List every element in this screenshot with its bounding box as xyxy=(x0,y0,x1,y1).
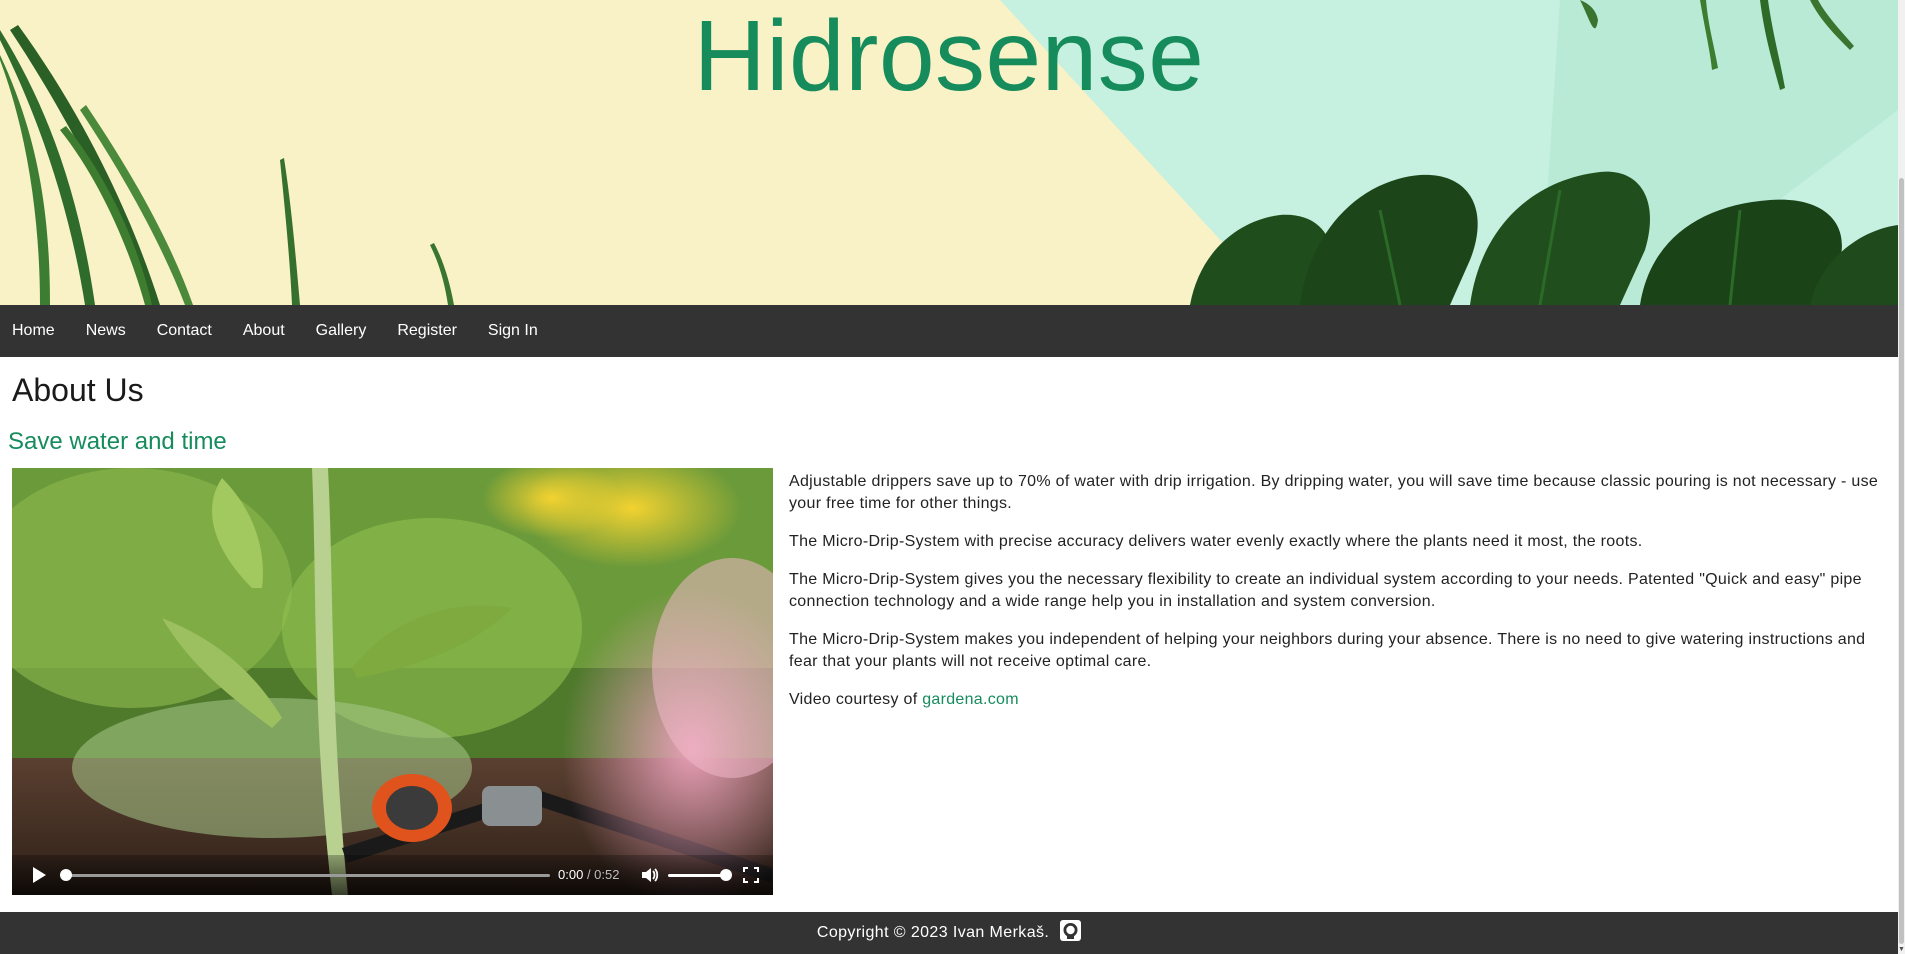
duration: / 0:52 xyxy=(586,867,620,882)
about-paragraph: The Micro-Drip-System with precise accur… xyxy=(789,533,1643,550)
about-paragraph: The Micro-Drip-System makes you independ… xyxy=(789,631,1866,670)
scrollbar-thumb[interactable] xyxy=(1899,178,1904,944)
play-icon[interactable] xyxy=(30,866,48,884)
volume-icon[interactable] xyxy=(640,865,660,885)
nav-item-sign-in[interactable]: Sign In xyxy=(473,305,554,357)
time-display: 0:00 / 0:52 xyxy=(558,867,619,882)
site-title: Hidrosense xyxy=(693,0,1205,112)
video-controls: 0:00 / 0:52 xyxy=(12,855,773,895)
footer: Copyright © 2023 Ivan Merkaš. xyxy=(0,912,1898,954)
about-description: Adjustable drippers save up to 70% of wa… xyxy=(789,468,1889,727)
nav-item-news[interactable]: News xyxy=(71,305,142,357)
nav-item-home[interactable]: Home xyxy=(0,305,71,357)
volume-slider[interactable] xyxy=(668,874,728,877)
page-scrollbar[interactable]: ▼ xyxy=(1898,0,1905,954)
video-credit: Video courtesy of gardena.com xyxy=(789,689,1889,711)
about-paragraph: Adjustable drippers save up to 70% of wa… xyxy=(789,473,1879,512)
nav-item-register[interactable]: Register xyxy=(382,305,473,357)
about-paragraph: The Micro-Drip-System gives you the nece… xyxy=(789,571,1862,610)
video-poster-image xyxy=(12,468,773,895)
header-banner: Hidrosense xyxy=(0,0,1898,305)
current-time: 0:00 xyxy=(558,867,584,882)
github-icon[interactable] xyxy=(1060,920,1082,942)
gardena-link[interactable]: gardena.com xyxy=(922,691,1019,708)
main-nav: Home News Contact About Gallery Register… xyxy=(0,305,1898,357)
section-subtitle: Save water and time xyxy=(8,428,227,455)
nav-item-gallery[interactable]: Gallery xyxy=(301,305,383,357)
credit-prefix: Video courtesy of xyxy=(789,691,923,708)
seek-handle[interactable] xyxy=(60,869,72,881)
fullscreen-icon[interactable] xyxy=(742,866,760,884)
seek-bar[interactable] xyxy=(64,874,550,877)
copyright-text: Copyright © 2023 Ivan Merkaš. xyxy=(816,924,1050,941)
volume-handle[interactable] xyxy=(720,869,732,881)
scroll-down-icon[interactable]: ▼ xyxy=(1898,945,1905,954)
nav-item-about[interactable]: About xyxy=(228,305,301,357)
video-player[interactable]: 0:00 / 0:52 xyxy=(12,468,773,895)
nav-item-contact[interactable]: Contact xyxy=(142,305,228,357)
page-title: About Us xyxy=(12,372,144,408)
